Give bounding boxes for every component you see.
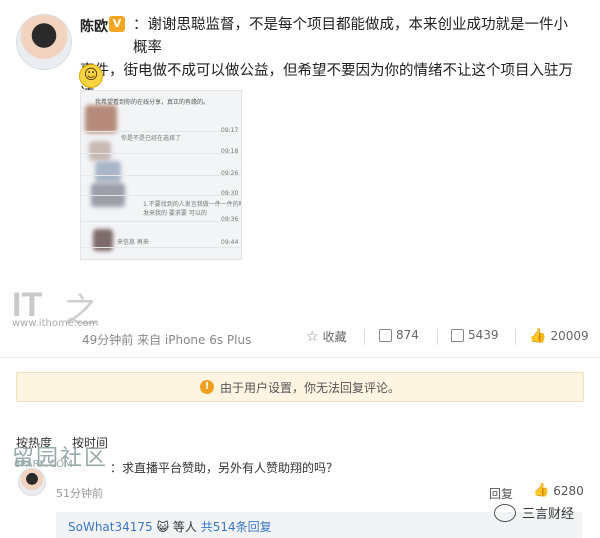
comment-reply-button[interactable]: 回复 — [489, 485, 513, 502]
smile-emoji-icon: ☺ — [79, 64, 103, 88]
thumb-row-text: 1.不要找到的人发言我做一件一件的吗 — [143, 201, 242, 208]
comment-icon — [451, 328, 464, 342]
ithome-watermark-url: www.ithome.com — [12, 318, 99, 329]
thumb-row-text: 你是不是已经在选择了 — [121, 135, 182, 142]
star-icon: ☆ — [306, 328, 319, 345]
verified-badge: V — [109, 16, 125, 32]
comment-count: 5439 — [468, 328, 499, 342]
like-button[interactable]: 👍 20009 — [529, 328, 589, 344]
comment-like-button[interactable]: 👍 6280 — [533, 483, 584, 498]
blurred-avatar — [95, 161, 121, 183]
notice-text: 由于用户设置，你无法回复评论。 — [219, 380, 400, 395]
post-time-source: 49分钟前 来自 iPhone 6s Plus — [82, 333, 252, 347]
sub-reply-count-link[interactable]: 共514条回复 — [201, 520, 272, 534]
wechat-account-watermark: 三言财经 — [494, 503, 574, 522]
sub-reply-middle: 等人 — [172, 520, 197, 534]
divider — [0, 357, 600, 358]
thumb-row-text: 发来我的 要求要 可以的 — [143, 210, 207, 217]
repost-icon — [379, 328, 392, 342]
thumb-row-time: 09:44 — [221, 239, 239, 246]
author-avatar[interactable] — [16, 14, 72, 70]
comment-time: 51分钟前 — [56, 487, 103, 500]
commenter-avatar[interactable] — [18, 468, 46, 496]
sub-reply-summary: SoWhat34175 😺 等人 共514条回复 — [68, 518, 272, 535]
thumbs-up-icon: 👍 — [529, 328, 547, 344]
6park-watermark-site: 6PARK.COM — [14, 459, 73, 470]
author-name[interactable]: 陈欧 — [80, 16, 108, 36]
repost-count: 874 — [396, 328, 419, 342]
comment-button[interactable]: 5439 — [451, 328, 499, 342]
blurred-avatar — [85, 105, 117, 133]
thumb-row-time: 09:30 — [221, 190, 239, 197]
warning-icon: ! — [199, 380, 214, 394]
thumb-row-time: 09:26 — [221, 170, 239, 177]
sub-reply-user-link[interactable]: SoWhat34175 — [68, 520, 153, 534]
cat-emoji-icon: 😺 — [156, 520, 170, 534]
favorite-label: 收藏 — [322, 330, 347, 344]
thumb-row-time: 09:17 — [221, 127, 239, 134]
wechat-icon — [494, 503, 516, 522]
comment-text: ：求直播平台赞助，另外有人赞助翔的吗？ — [110, 461, 339, 475]
thumb-row-time: 09:18 — [221, 148, 239, 155]
wechat-account-name: 三言财经 — [522, 507, 575, 522]
favorite-button[interactable]: ☆ 收藏 — [306, 328, 347, 345]
thumb-row-text: 来信息 再来 — [117, 239, 149, 246]
post-image-thumbnail[interactable]: 我希望看到你的在线分享，真正的有缘的。 你是不是已经在选择了 09:17 09:… — [80, 90, 242, 260]
post-text-line1: ：谢谢思聪监督，不是每个项目都能做成，本来创业成功就是一件小概率 — [133, 17, 568, 56]
thumbs-up-icon: 👍 — [533, 483, 550, 498]
comment-like-count: 6280 — [553, 483, 584, 498]
repost-button[interactable]: 874 — [379, 328, 419, 342]
thumb-row-time: 09:36 — [221, 216, 239, 223]
reply-disabled-notice: ! 由于用户设置，你无法回复评论。 — [16, 372, 584, 402]
like-count: 20009 — [550, 329, 589, 343]
blurred-avatar — [89, 141, 111, 161]
